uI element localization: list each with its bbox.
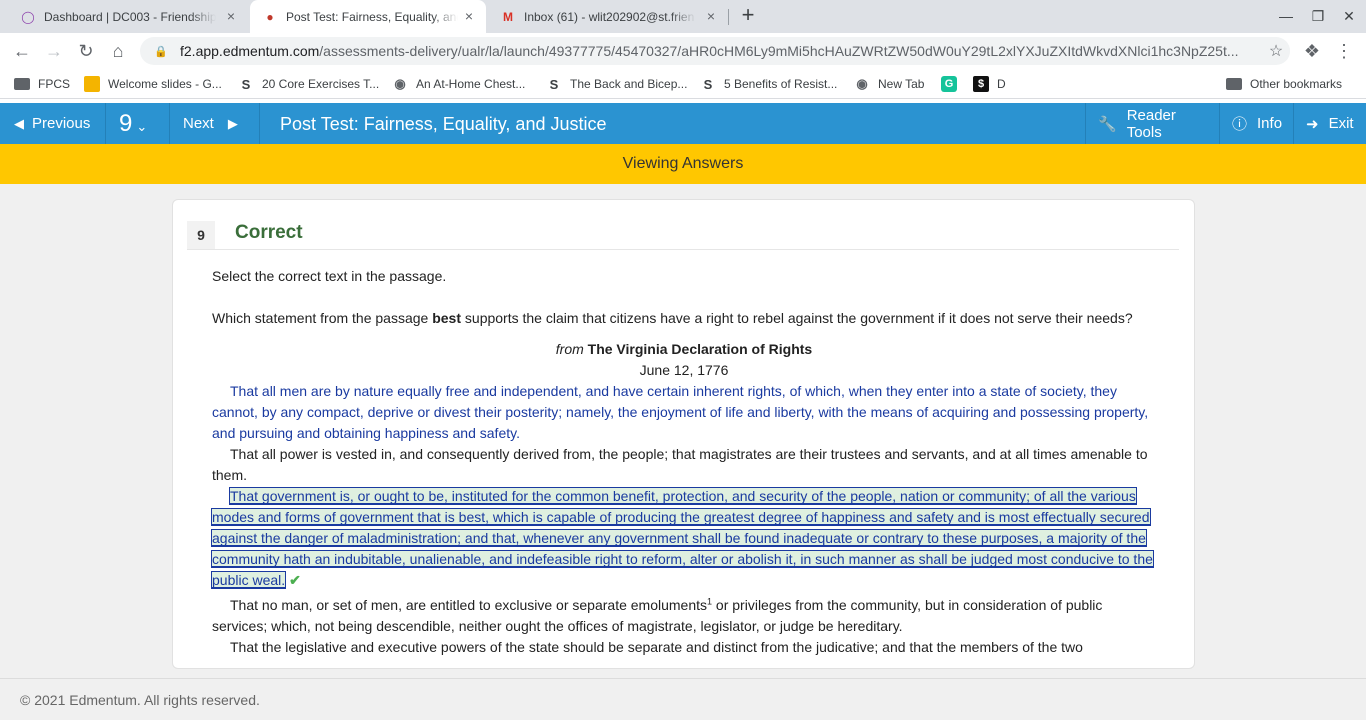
dollar-icon: $ (973, 76, 989, 92)
question-number: 9 (187, 221, 215, 249)
lightbulb-icon: ◯ (21, 9, 35, 24)
tab-post-test[interactable]: ● Post Test: Fairness, Equality, and × (250, 0, 486, 33)
s-icon: S (241, 76, 251, 92)
main-content: 9 Correct Select the correct text in the… (0, 184, 1366, 678)
other-bookmarks[interactable]: Other bookmarks (1226, 76, 1342, 92)
gmail-icon: M (503, 9, 513, 24)
lock-icon: 🔒 (154, 45, 168, 58)
instruction: Select the correct text in the passage. (212, 268, 447, 284)
question-body: Select the correct text in the passage. … (211, 266, 1156, 658)
extensions-icon[interactable]: ❖ (1301, 40, 1323, 62)
wrench-icon: 🔧 (1098, 115, 1117, 133)
reload-icon[interactable]: ↻ (75, 40, 97, 62)
status-label: Correct (235, 222, 303, 243)
checkmark-icon: ✔ (289, 572, 301, 588)
bookmark-back-bicep[interactable]: S The Back and Bicep... (546, 76, 688, 92)
footer-copyright: © 2021 Edmentum. All rights reserved. (0, 678, 1366, 720)
question-prompt: Which statement from the passage best su… (212, 310, 1133, 326)
bookmark-chest[interactable]: ◉ An At-Home Chest... (392, 76, 525, 92)
new-tab-button[interactable]: + (737, 4, 759, 27)
previous-circle-icon: ◀ (14, 115, 24, 131)
close-window-button[interactable]: ✕ (1340, 8, 1358, 25)
app-header: ◀ Previous 9 ⌄ Next ▶ Post Test: Fairness, … (0, 103, 1366, 144)
exit-button[interactable]: ➜ Exit (1293, 103, 1366, 144)
page-title: Post Test: Fairness, Equality, and Justi… (280, 114, 607, 134)
folder-icon (1226, 76, 1242, 92)
tab-separator (728, 9, 729, 25)
next-circle-icon: ▶ (227, 115, 238, 131)
back-arrow-icon[interactable]: ← (11, 40, 33, 62)
minimize-button[interactable]: — (1277, 8, 1295, 24)
bookmark-benefits[interactable]: S5 Benefits of Resist... (700, 76, 838, 92)
close-tab-icon[interactable]: × (224, 9, 238, 23)
question-selector[interactable]: 9 ⌄ (106, 103, 170, 144)
passage-paragraph-2[interactable]: That all power is vested in, and consequ… (212, 444, 1156, 486)
s-icon: S (703, 76, 713, 92)
url-host: f2.app.edmentum.com (180, 43, 320, 59)
s-icon: S (549, 76, 559, 92)
source-date: June 12, 1776 (639, 362, 729, 378)
question-header: 9 Correct (187, 218, 1179, 250)
home-icon[interactable]: ⌂ (107, 40, 129, 62)
bookmark-d[interactable]: $ D (973, 76, 1006, 92)
bookmark-core-exercises[interactable]: S 20 Core Exercises T... (238, 76, 380, 92)
passage-paragraph-4[interactable]: That no man, or set of men, are entitled… (212, 595, 1156, 637)
tab-dashboard[interactable]: ◯ Dashboard | DC003 - Friendship × (8, 0, 248, 33)
slides-icon (84, 76, 100, 92)
restore-button[interactable]: ❐ (1309, 8, 1327, 25)
close-tab-icon[interactable]: × (462, 9, 476, 23)
edmentum-icon: ● (266, 9, 274, 24)
folder-icon (14, 76, 30, 92)
passage-paragraph-3-selected[interactable]: That government is, or ought to be, inst… (211, 486, 1156, 591)
reader-tools-button[interactable]: 🔧 Reader Tools (1085, 103, 1219, 144)
address-bar[interactable]: 🔒 f2.app.edmentum.com/assessments-delive… (140, 37, 1290, 65)
close-tab-icon[interactable]: × (704, 9, 718, 23)
info-icon: ⓘ (1232, 116, 1248, 133)
bookmark-welcome-slides[interactable]: Welcome slides - G... (84, 76, 222, 92)
info-button[interactable]: ⓘ Info (1219, 103, 1293, 144)
globe-icon: ◉ (394, 76, 406, 91)
question-card: 9 Correct Select the correct text in the… (172, 199, 1195, 669)
bookmarks-bar: FPCS Welcome slides - G... S 20 Core Exer… (0, 69, 1366, 99)
next-button[interactable]: Next ▶ (170, 103, 260, 144)
passage-paragraph-5[interactable]: That the legislative and executive power… (212, 637, 1156, 658)
bookmark-star-icon[interactable]: ☆ (1262, 41, 1290, 61)
globe-icon: ◉ (856, 76, 868, 91)
grammarly-icon: G (941, 76, 957, 92)
browser-toolbar: ← → ↻ ⌂ 🔒 f2.app.edmentum.com/assessment… (0, 33, 1366, 69)
url-path: /assessments-delivery/ualr/la/launch/493… (319, 43, 1239, 59)
viewing-answers-banner: Viewing Answers (0, 144, 1366, 184)
previous-button[interactable]: ◀ Previous (0, 103, 106, 144)
tab-inbox[interactable]: M Inbox (61) - wlit202902@st.frien × (488, 0, 728, 33)
forward-arrow-icon[interactable]: → (43, 40, 65, 62)
menu-kebab-icon[interactable]: ⋮ (1333, 40, 1355, 62)
exit-icon: ➜ (1306, 115, 1319, 133)
bookmark-grammarly[interactable]: G (941, 76, 965, 92)
chevron-down-icon: ⌄ (136, 118, 148, 134)
bookmark-new-tab[interactable]: ◉ New Tab (854, 76, 924, 92)
source-title: from The Virginia Declaration of Rights (555, 341, 813, 357)
passage-paragraph-1[interactable]: That all men are by nature equally free … (212, 381, 1156, 444)
tab-strip: ◯ Dashboard | DC003 - Friendship × ● Pos… (0, 0, 1366, 33)
bookmark-fpcs[interactable]: FPCS (14, 76, 70, 92)
